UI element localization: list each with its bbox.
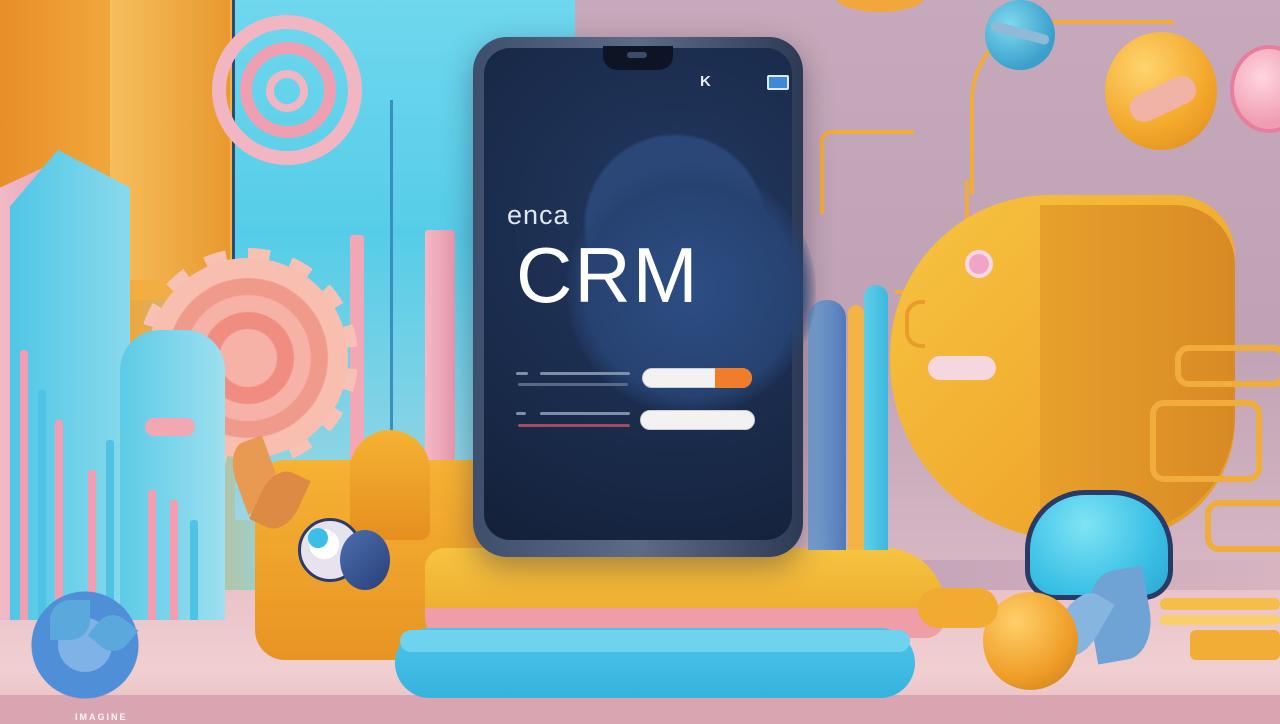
orange-bar [848, 305, 864, 550]
spike [170, 500, 178, 620]
spike [38, 390, 46, 620]
character-eye-icon [965, 250, 993, 278]
yellow-stripe [1190, 630, 1280, 660]
blue-sphere [340, 530, 390, 590]
crm-select-field[interactable] [640, 410, 755, 430]
cyan-bar [864, 285, 888, 550]
camera-icon [627, 52, 647, 58]
spike [20, 350, 28, 620]
thin-rod [390, 100, 393, 460]
character-mouth [928, 356, 996, 380]
yellow-stripe [1160, 598, 1280, 610]
target-ring-core [266, 70, 308, 112]
field-label-line [518, 424, 630, 427]
pink-pillar [425, 230, 455, 460]
blue-bar [808, 300, 846, 550]
spike [148, 490, 156, 620]
floor-edge [0, 695, 1280, 724]
yellow-stripe [1160, 615, 1280, 625]
field-label-dash [516, 412, 526, 415]
orange-squiggle [1205, 500, 1280, 552]
app-title: CRM [516, 231, 700, 319]
blue-leaf [50, 600, 90, 640]
phone-notch [603, 46, 673, 70]
orange-cushion [918, 588, 998, 628]
field-label-line [540, 412, 630, 415]
field-label-line [518, 383, 628, 386]
orange-knob [350, 430, 430, 540]
character-ear [905, 300, 925, 348]
battery-icon [767, 75, 789, 90]
illustration-scene: K enca CRM IMAGINE [0, 0, 1280, 724]
watermark: IMAGINE [75, 712, 128, 722]
app-brand-text: enca [507, 200, 570, 230]
status-bar-glyph: K [700, 73, 711, 90]
spike [190, 520, 198, 620]
eyeball-pupil [308, 528, 328, 548]
orange-squiggle [1150, 400, 1262, 482]
pedestal-blue-top [400, 630, 910, 652]
pink-pill [145, 418, 195, 436]
crm-submit-button[interactable] [715, 368, 752, 388]
field-label-line [540, 372, 630, 375]
orange-squiggle [1175, 345, 1280, 387]
field-label-dash [516, 372, 528, 375]
